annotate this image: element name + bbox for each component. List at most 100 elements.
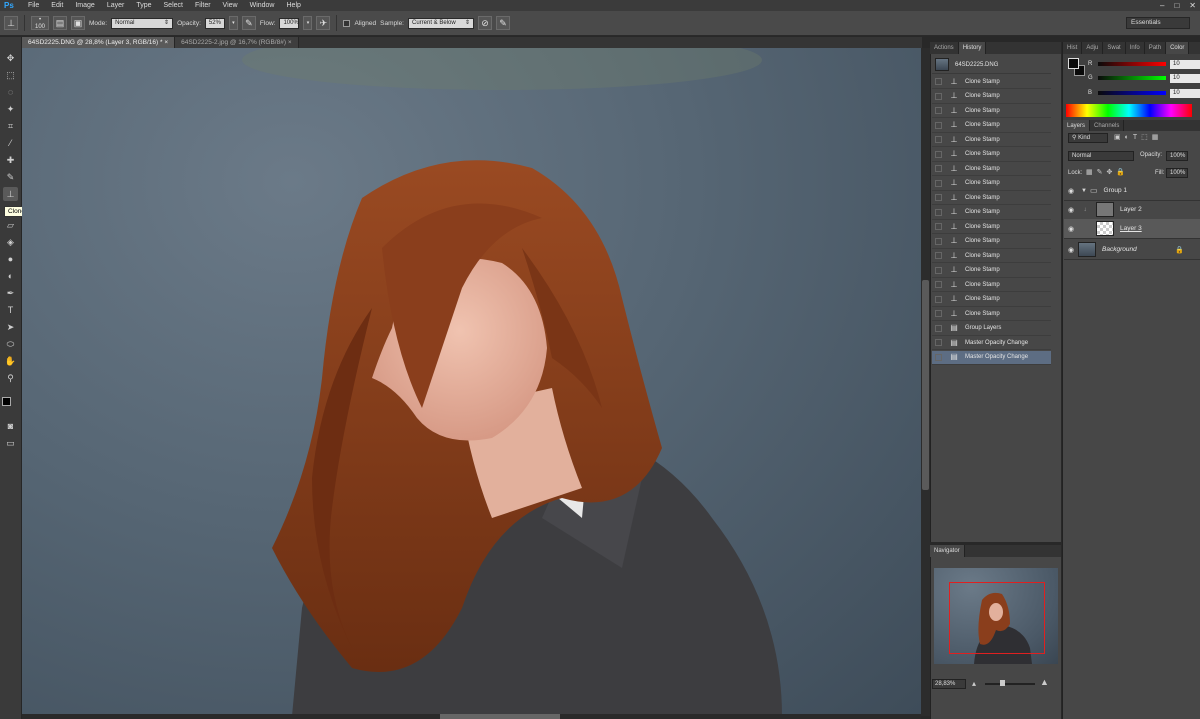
clone-stamp-tool-icon[interactable]: ⊥ bbox=[3, 187, 18, 201]
tab-color[interactable]: Color bbox=[1166, 42, 1190, 54]
menu-window[interactable]: Window bbox=[244, 0, 281, 11]
tab-swatches[interactable]: Swat bbox=[1103, 42, 1126, 54]
workspace-switcher[interactable]: Essentials bbox=[1126, 17, 1190, 29]
history-brush-source-box[interactable] bbox=[935, 252, 942, 259]
blend-mode-select[interactable]: Normal bbox=[1068, 151, 1134, 161]
history-brush-source-box[interactable] bbox=[935, 136, 942, 143]
airbrush-icon[interactable]: ✈ bbox=[316, 16, 331, 30]
foreground-color-swatch[interactable] bbox=[2, 397, 11, 406]
quick-mask-icon[interactable]: ◙ bbox=[3, 419, 18, 433]
opacity-dropdown-icon[interactable]: ▾ bbox=[228, 16, 238, 30]
quick-select-tool-icon[interactable]: ✦ bbox=[3, 102, 18, 116]
history-item[interactable]: ▤ Master Opacity Change bbox=[932, 336, 1051, 350]
tab-histogram[interactable]: Hist bbox=[1063, 42, 1083, 54]
history-brush-source-box[interactable] bbox=[935, 310, 942, 317]
sample-select[interactable]: Current & Below ⇕ bbox=[408, 17, 474, 29]
minimize-button[interactable]: – bbox=[1160, 0, 1164, 11]
zoom-slider-handle[interactable] bbox=[1000, 680, 1005, 686]
history-brush-source-box[interactable] bbox=[935, 295, 942, 303]
flow-input[interactable]: 100% bbox=[279, 17, 300, 29]
history-snapshot[interactable]: 64SD2225.DNG bbox=[932, 56, 1051, 74]
history-item[interactable]: ⊥ Clone Stamp bbox=[932, 177, 1051, 191]
paint-bucket-tool-icon[interactable]: ◈ bbox=[3, 235, 18, 249]
history-brush-source-box[interactable] bbox=[935, 339, 942, 346]
menu-select[interactable]: Select bbox=[158, 0, 189, 11]
healing-brush-tool-icon[interactable]: ✚ bbox=[3, 153, 18, 167]
type-tool-icon[interactable]: T bbox=[3, 303, 18, 317]
history-item[interactable]: ▤ Master Opacity Change bbox=[932, 350, 1051, 365]
layer-row-layer2[interactable]: ◉ ↓ Layer 2 bbox=[1064, 200, 1200, 220]
history-brush-source-box[interactable] bbox=[935, 179, 942, 187]
screen-mode-icon[interactable]: ▭ bbox=[3, 436, 18, 450]
tab-paths[interactable]: Path bbox=[1145, 42, 1167, 54]
menu-view[interactable]: View bbox=[217, 0, 244, 11]
move-tool-icon[interactable]: ✥ bbox=[3, 51, 18, 65]
menu-filter[interactable]: Filter bbox=[189, 0, 217, 11]
layer-filter-icons[interactable]: ▣◐T⬚▦ bbox=[1114, 133, 1162, 141]
history-item[interactable]: ▤ Group Layers bbox=[932, 322, 1051, 336]
doc-tab-dng[interactable]: 64SD2225.DNG @ 28,8% (Layer 3, RGB/16) *… bbox=[22, 37, 176, 48]
pen-tool-icon[interactable]: ✒ bbox=[3, 286, 18, 300]
red-slider[interactable] bbox=[1098, 62, 1166, 66]
flow-dropdown-icon[interactable]: ▾ bbox=[303, 16, 313, 30]
scrollbar-thumb[interactable] bbox=[922, 280, 929, 490]
history-item[interactable]: ⊥ Clone Stamp bbox=[932, 75, 1051, 89]
menu-layer[interactable]: Layer bbox=[101, 0, 131, 11]
history-item[interactable]: ⊥ Clone Stamp bbox=[932, 235, 1051, 249]
tab-actions[interactable]: Actions bbox=[930, 42, 959, 54]
close-icon[interactable]: × bbox=[164, 39, 168, 46]
mode-select[interactable]: Normal ⇕ bbox=[111, 17, 174, 29]
group-expand-icon[interactable]: ▼ bbox=[1081, 188, 1087, 194]
doc-tab-jpg[interactable]: 64SD2225-2.jpg @ 16,7% (RGB/8#) × bbox=[175, 37, 299, 48]
history-brush-source-box[interactable] bbox=[935, 78, 942, 85]
history-brush-source-box[interactable] bbox=[935, 353, 942, 361]
history-item[interactable]: ⊥ Clone Stamp bbox=[932, 162, 1051, 176]
history-brush-source-box[interactable] bbox=[935, 208, 942, 216]
crop-tool-icon[interactable]: ⌗ bbox=[3, 119, 18, 133]
history-item[interactable]: ⊥ Clone Stamp bbox=[932, 191, 1051, 205]
aligned-checkbox[interactable] bbox=[343, 19, 351, 27]
blue-slider[interactable] bbox=[1098, 91, 1166, 95]
visibility-eye-icon[interactable]: ◉ bbox=[1064, 187, 1078, 195]
history-brush-source-box[interactable] bbox=[935, 281, 942, 288]
visibility-eye-icon[interactable]: ◉ bbox=[1064, 246, 1078, 254]
history-brush-source-box[interactable] bbox=[935, 237, 942, 245]
history-brush-source-box[interactable] bbox=[935, 165, 942, 172]
color-fg-bg-swatches[interactable] bbox=[1068, 58, 1086, 78]
history-item[interactable]: ⊥ Clone Stamp bbox=[932, 307, 1051, 321]
layer-row-group[interactable]: ◉ ▼ ▭ Group 1 bbox=[1064, 181, 1200, 201]
marquee-tool-icon[interactable]: ⬚ bbox=[3, 68, 18, 82]
history-brush-source-box[interactable] bbox=[935, 223, 942, 230]
visibility-eye-icon[interactable]: ◉ bbox=[1064, 225, 1078, 233]
history-item[interactable]: ⊥ Clone Stamp bbox=[932, 119, 1051, 133]
history-item[interactable]: ⊥ Clone Stamp bbox=[932, 278, 1051, 292]
tab-adjustments[interactable]: Adju bbox=[1082, 42, 1104, 54]
history-item[interactable]: ⊥ Clone Stamp bbox=[932, 293, 1051, 307]
history-brush-source-box[interactable] bbox=[935, 121, 942, 129]
eraser-tool-icon[interactable]: ▱ bbox=[3, 218, 18, 232]
ignore-adjustment-icon[interactable]: ⊘ bbox=[478, 16, 492, 30]
menu-image[interactable]: Image bbox=[69, 0, 100, 11]
zoom-in-icon[interactable]: ▲ bbox=[1040, 677, 1049, 687]
history-brush-source-box[interactable] bbox=[935, 107, 942, 114]
brush-panel-icon[interactable]: ▤ bbox=[53, 16, 67, 30]
history-item[interactable]: ⊥ Clone Stamp bbox=[932, 90, 1051, 104]
path-select-tool-icon[interactable]: ➤ bbox=[3, 320, 18, 334]
menu-edit[interactable]: Edit bbox=[45, 0, 69, 11]
history-brush-source-box[interactable] bbox=[935, 150, 942, 158]
blur-tool-icon[interactable]: ● bbox=[3, 252, 18, 266]
eyedropper-tool-icon[interactable]: ⁄ bbox=[3, 136, 18, 150]
clone-stamp-preset-icon[interactable]: ⊥ bbox=[4, 16, 18, 30]
opacity-input[interactable]: 52% bbox=[204, 17, 225, 29]
pressure-opacity-icon[interactable]: ✎ bbox=[241, 16, 256, 30]
blue-value-input[interactable]: 10 bbox=[1170, 88, 1200, 98]
menu-help[interactable]: Help bbox=[281, 0, 307, 11]
ellipse-tool-icon[interactable]: ⬭ bbox=[3, 337, 18, 351]
tab-navigator[interactable]: Navigator bbox=[930, 545, 965, 557]
hand-tool-icon[interactable]: ✋ bbox=[3, 354, 18, 368]
tab-history[interactable]: History bbox=[958, 42, 987, 54]
history-brush-source-box[interactable] bbox=[935, 194, 942, 201]
dodge-tool-icon[interactable]: ◐ bbox=[3, 269, 18, 283]
zoom-tool-icon[interactable]: ⚲ bbox=[3, 371, 18, 385]
tab-info[interactable]: Info bbox=[1126, 42, 1145, 54]
